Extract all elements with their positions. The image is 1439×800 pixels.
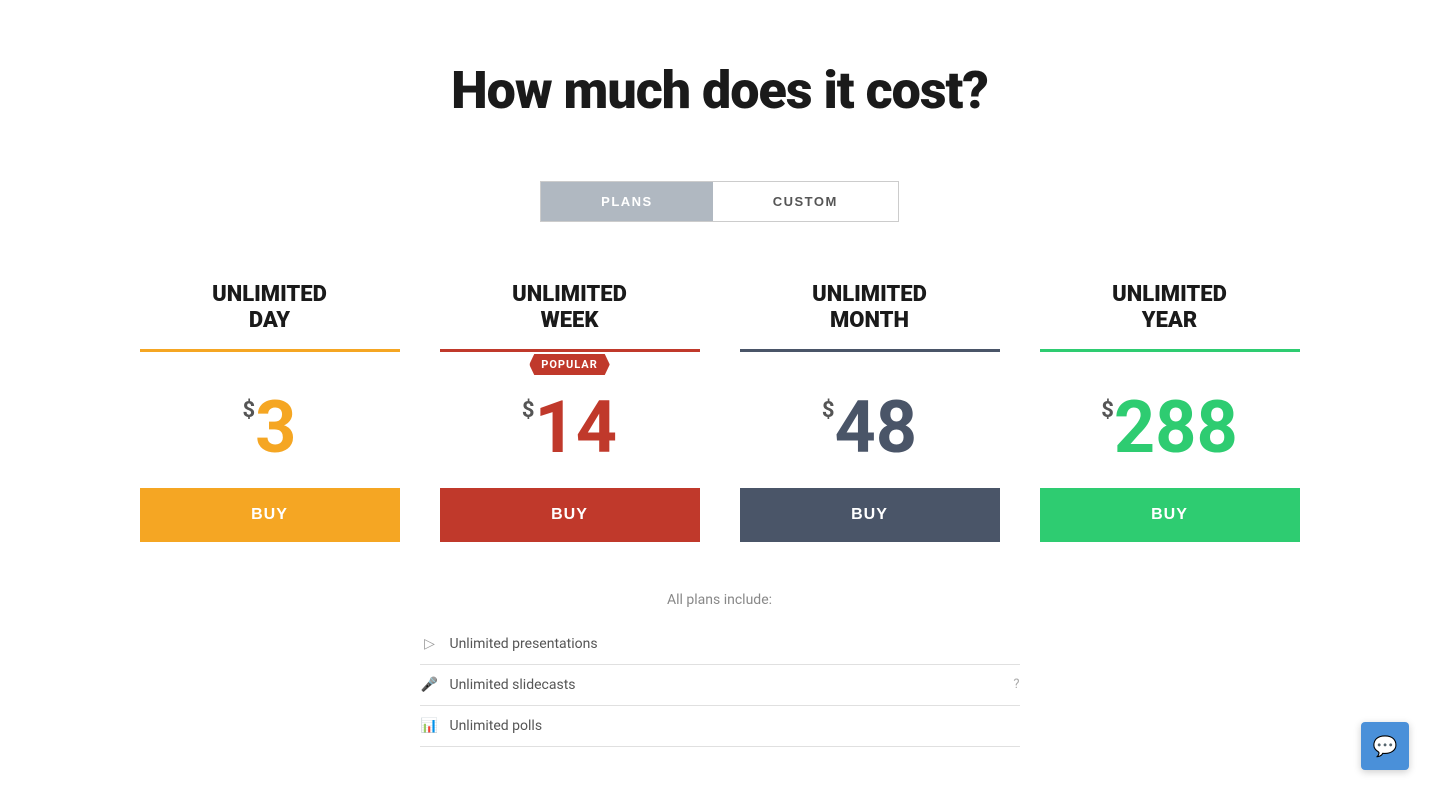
plans-toggle-button[interactable]: PLANS	[541, 182, 713, 221]
chat-button[interactable]: 💬	[1361, 722, 1409, 770]
price-amount-week: 14	[535, 392, 618, 464]
feature-text-0: Unlimited presentations	[450, 636, 1020, 652]
price-amount-year: 288	[1114, 392, 1238, 464]
all-plans-label: All plans include:	[420, 592, 1020, 608]
price-container-year: $ 288	[1101, 392, 1238, 464]
popular-badge-week: POPULAR	[529, 354, 610, 375]
price-dollar-month: $	[822, 400, 835, 422]
plan-name-day: UNLIMITEDDAY	[212, 282, 327, 335]
plan-divider-day	[140, 349, 400, 352]
chat-icon: 💬	[1373, 734, 1398, 758]
price-amount-day: 3	[255, 392, 296, 464]
plan-name-year: UNLIMITEDYEAR	[1112, 282, 1227, 335]
plan-divider-year	[1040, 349, 1300, 352]
feature-icon-0: ▷	[420, 636, 440, 652]
plan-card-year: UNLIMITEDYEAR $ 288 BUY	[1020, 282, 1320, 562]
page-title: How much does it cost?	[451, 60, 988, 121]
plan-card-day: UNLIMITEDDAY $ 3 BUY	[120, 282, 420, 562]
feature-text-2: Unlimited polls	[450, 718, 1020, 734]
all-plans-section: All plans include: ▷ Unlimited presentat…	[420, 592, 1020, 747]
buy-button-week[interactable]: BUY	[440, 488, 700, 542]
price-dollar-year: $	[1101, 400, 1114, 422]
features-list: ▷ Unlimited presentations 🎤 Unlimited sl…	[420, 624, 1020, 747]
feature-icon-1: 🎤	[420, 677, 440, 693]
feature-help-1[interactable]: ?	[1013, 677, 1019, 692]
plan-divider-month	[740, 349, 1000, 352]
plan-name-month: UNLIMITEDMONTH	[812, 282, 927, 335]
plan-card-week: UNLIMITEDWEEK POPULAR $ 14 BUY	[420, 282, 720, 562]
feature-item: ▷ Unlimited presentations	[420, 624, 1020, 665]
price-amount-month: 48	[835, 392, 918, 464]
price-container-week: $ 14	[522, 392, 617, 464]
buy-button-day[interactable]: BUY	[140, 488, 400, 542]
plan-name-week: UNLIMITEDWEEK	[512, 282, 627, 335]
feature-icon-2: 📊	[420, 718, 440, 734]
toggle-container: PLANS CUSTOM	[540, 181, 899, 222]
price-container-month: $ 48	[822, 392, 917, 464]
buy-button-month[interactable]: BUY	[740, 488, 1000, 542]
price-dollar-day: $	[243, 400, 256, 422]
page-container: How much does it cost? PLANS CUSTOM UNLI…	[0, 0, 1439, 787]
plan-divider-week	[440, 349, 700, 352]
plan-card-month: UNLIMITEDMONTH $ 48 BUY	[720, 282, 1020, 562]
feature-item: 🎤 Unlimited slidecasts ?	[420, 665, 1020, 706]
price-dollar-week: $	[522, 400, 535, 422]
price-container-day: $ 3	[243, 392, 297, 464]
custom-toggle-button[interactable]: CUSTOM	[713, 182, 898, 221]
plans-container: UNLIMITEDDAY $ 3 BUY UNLIMITEDWEEK POPUL…	[120, 282, 1320, 562]
feature-item: 📊 Unlimited polls	[420, 706, 1020, 747]
buy-button-year[interactable]: BUY	[1040, 488, 1300, 542]
feature-text-1: Unlimited slidecasts	[450, 677, 1004, 693]
